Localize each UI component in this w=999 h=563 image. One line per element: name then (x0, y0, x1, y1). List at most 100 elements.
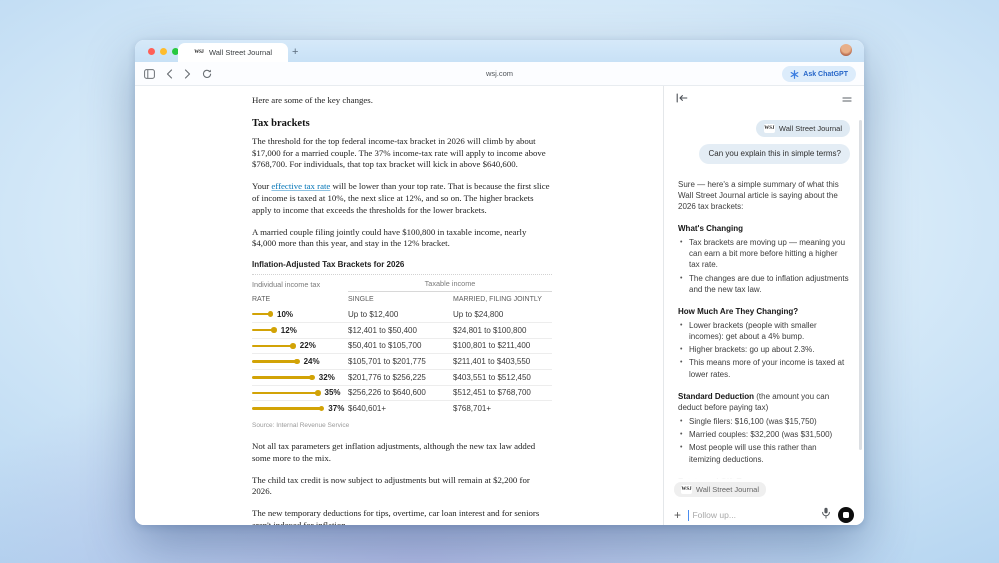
assistant-message: Sure — here's a simple summary of what t… (678, 179, 850, 213)
article-paragraph: A married couple filing jointly could ha… (252, 227, 550, 251)
rate-value: 10% (277, 310, 293, 319)
group-header-taxable-income: Taxable income (348, 279, 552, 292)
new-tab-button[interactable]: + (292, 43, 298, 61)
bullet-list: Single filers: $16,100 (was $15,750) Marr… (678, 416, 850, 465)
single-range: $640,601+ (348, 404, 453, 413)
rate-value: 24% (304, 357, 320, 366)
bullet-text: Higher brackets: go up about 2.3%. (689, 345, 814, 354)
microphone-icon[interactable] (821, 506, 831, 524)
heading-text: What's Changing (678, 224, 743, 233)
rate-bar (252, 407, 322, 410)
ask-chatgpt-label: Ask ChatGPT (803, 71, 848, 78)
rate-cell: 12% (252, 326, 348, 335)
rate-cell: 22% (252, 341, 348, 350)
heading-text: Standard Deduction (678, 392, 754, 401)
rate-bar (252, 345, 294, 348)
article-heading-tax-brackets: Tax brackets (252, 117, 552, 130)
table-source: Source: Internal Revenue Service (252, 422, 552, 429)
window-content: Here are some of the key changes. Tax br… (135, 86, 864, 525)
stop-generating-button[interactable] (838, 507, 854, 523)
table-title: Inflation-Adjusted Tax Brackets for 2026 (252, 260, 552, 269)
webpage-area: Here are some of the key changes. Tax br… (135, 86, 663, 525)
article-paragraph: Here are some of the key changes. (252, 95, 550, 107)
ask-chatgpt-button[interactable]: Ask ChatGPT (782, 66, 856, 82)
table-body: 10% Up to $12,400 Up to $24,800 12% (252, 306, 552, 416)
article-paragraph: Not all tax parameters get inflation adj… (252, 441, 550, 465)
married-range: $100,801 to $211,400 (453, 341, 552, 350)
rate-bar (252, 313, 271, 316)
collapse-panel-icon[interactable] (676, 90, 688, 108)
table-row: 37% $640,601+ $768,701+ (252, 400, 552, 416)
rate-value: 12% (281, 326, 297, 335)
table-group-header: Individual income tax Taxable income (252, 274, 552, 292)
stop-square-icon (843, 512, 849, 518)
table-row: 10% Up to $12,400 Up to $24,800 (252, 306, 552, 322)
bullet-item: Higher brackets: go up about 2.3%. (678, 344, 850, 355)
bullet-item: Most people will use this rather than it… (678, 442, 850, 465)
table-row: 24% $105,701 to $201,775 $211,401 to $40… (252, 353, 552, 369)
single-range: $256,226 to $640,600 (348, 388, 453, 397)
panel-scrollbar[interactable] (859, 120, 862, 450)
bullet-list: Tax brackets are moving up — meaning you… (678, 237, 850, 295)
effective-tax-rate-link[interactable]: effective tax rate (271, 181, 330, 191)
source-context-chip[interactable]: WSJ Wall Street Journal (756, 120, 850, 137)
follow-up-input[interactable] (692, 510, 814, 520)
browser-window: WSJ Wall Street Journal + wsj.com Ask Ch… (135, 40, 864, 525)
bullet-list: Lower brackets (people with smaller inco… (678, 320, 850, 380)
text-caret (688, 510, 689, 521)
address-bar[interactable]: wsj.com (135, 69, 864, 78)
chatgpt-side-panel: WSJ Wall Street Journal Can you explain … (663, 86, 864, 525)
chatgpt-logo-icon (790, 70, 799, 79)
chat-composer: WSJ Wall Street Journal + (664, 463, 864, 525)
table-column-headers: RATE SINGLE MARRIED, FILING JOINTLY (252, 292, 552, 306)
rate-bar (252, 329, 275, 332)
bullet-text: Tax brackets are moving up — meaning you… (689, 238, 845, 270)
bullet-text: Single filers: $16,100 (was $15,750) (689, 417, 817, 426)
paragraph-text: Your (252, 181, 271, 191)
rate-value: 32% (319, 373, 335, 382)
article: Here are some of the key changes. Tax br… (252, 95, 552, 525)
tab-strip: WSJ Wall Street Journal + (135, 40, 864, 62)
single-range: $50,401 to $105,700 (348, 341, 453, 350)
composer-context-chip[interactable]: WSJ Wall Street Journal (674, 482, 766, 497)
attach-plus-icon[interactable]: + (674, 510, 681, 520)
profile-avatar[interactable] (840, 44, 852, 56)
minimize-window-button[interactable] (160, 48, 167, 55)
bullet-text: Lower brackets (people with smaller inco… (689, 321, 817, 341)
rate-cell: 37% (252, 404, 348, 413)
section-heading: Standard Deduction (the amount you can d… (678, 391, 850, 414)
chat-section-whats-changing: What's Changing Tax brackets are moving … (678, 223, 850, 295)
article-paragraph: Your effective tax rate will be lower th… (252, 181, 550, 216)
married-range: Up to $24,800 (453, 310, 552, 319)
single-range: Up to $12,400 (348, 310, 453, 319)
column-header-married: MARRIED, FILING JOINTLY (453, 296, 552, 303)
section-heading: How Much Are They Changing? (678, 306, 850, 317)
chat-section-standard-deduction: Standard Deduction (the amount you can d… (678, 391, 850, 465)
article-paragraph: The child tax credit is now subject to a… (252, 475, 550, 499)
bullet-text: Married couples: $32,200 (was $31,500) (689, 430, 832, 439)
bullet-item: Tax brackets are moving up — meaning you… (678, 237, 850, 271)
chat-section-how-much: How Much Are They Changing? Lower bracke… (678, 306, 850, 380)
user-message-bubble: Can you explain this in simple terms? (699, 144, 850, 163)
close-window-button[interactable] (148, 48, 155, 55)
column-header-single: SINGLE (348, 296, 453, 303)
browser-toolbar: wsj.com Ask ChatGPT (135, 62, 864, 86)
married-range: $403,551 to $512,450 (453, 373, 552, 382)
rate-bar (252, 376, 313, 379)
traffic-lights (148, 48, 179, 55)
panel-menu-icon[interactable] (842, 90, 852, 108)
wsj-favicon: WSJ (764, 124, 775, 133)
panel-header (664, 86, 864, 112)
single-range: $12,401 to $50,400 (348, 326, 453, 335)
table-row: 35% $256,226 to $640,600 $512,451 to $76… (252, 385, 552, 401)
rate-value: 22% (300, 341, 316, 350)
rate-cell: 32% (252, 373, 348, 382)
rate-bar (252, 360, 298, 363)
context-chip-label: Wall Street Journal (696, 485, 759, 494)
source-chip-label: Wall Street Journal (779, 123, 842, 134)
single-range: $201,776 to $256,225 (348, 373, 453, 382)
married-range: $768,701+ (453, 404, 552, 413)
rate-bar (252, 392, 319, 395)
bullet-item: This means more of your income is taxed … (678, 357, 850, 380)
tab-wall-street-journal[interactable]: WSJ Wall Street Journal (178, 43, 288, 62)
